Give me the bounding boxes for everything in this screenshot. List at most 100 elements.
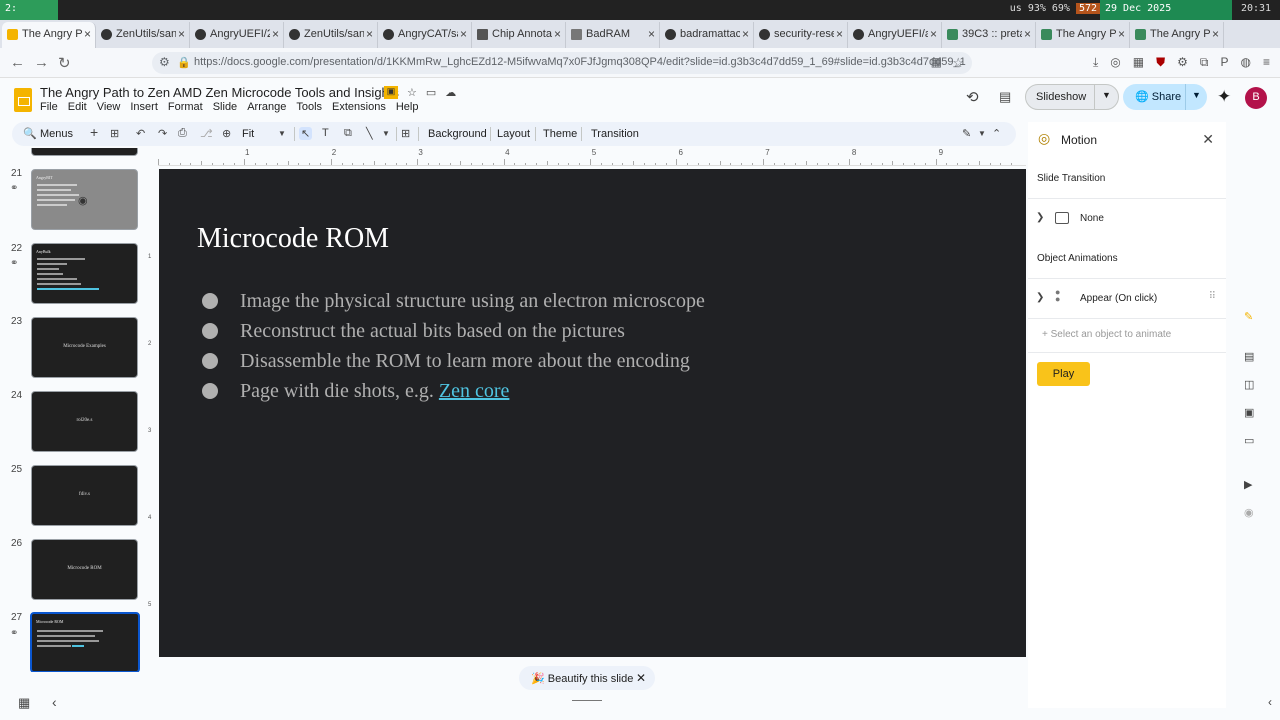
beautify-slide-chip[interactable]: 🎉 Beautify this slide ✕ (519, 666, 655, 690)
chevron-down-icon[interactable]: ▼ (1094, 85, 1118, 109)
zen-core-link[interactable]: Zen core (439, 380, 510, 402)
settings-icon[interactable]: ⚙ (1177, 55, 1188, 70)
slides-badge-icon[interactable]: ▣ (384, 86, 398, 99)
add-comment-icon[interactable]: ⊞ (401, 127, 410, 140)
text-box-icon[interactable]: T (322, 127, 329, 139)
transition-row[interactable]: ❯ None (1028, 198, 1226, 238)
undo-icon[interactable]: ↶ (136, 127, 145, 140)
pocket-icon[interactable]: P (1220, 55, 1228, 70)
gemini-icon[interactable]: ✦ (1217, 87, 1231, 107)
zoom-select[interactable]: Fit (242, 128, 254, 140)
tab-chip-annotat[interactable]: Chip Annotat × (472, 22, 566, 48)
tab-zenutils-2[interactable]: ZenUtils/san × (284, 22, 378, 48)
close-icon[interactable]: ✕ (636, 671, 646, 685)
menu-insert[interactable]: Insert (130, 101, 158, 113)
redo-icon[interactable]: ↷ (158, 127, 167, 140)
close-icon[interactable]: × (836, 27, 843, 41)
print-icon[interactable]: ⎙ (178, 127, 187, 140)
tab-39c3[interactable]: 39C3 :: preta × (942, 22, 1036, 48)
tab-badram[interactable]: BadRAM × (566, 22, 660, 48)
animation-row[interactable]: ❯ ● ● Appear (On click) ⠿ (1028, 278, 1226, 318)
slide-title[interactable]: Microcode ROM (197, 223, 389, 255)
add-on-icon[interactable]: ◉ (1244, 506, 1254, 519)
download-icon[interactable]: ⤓ (1093, 55, 1098, 70)
keep-icon[interactable]: ▤ (1244, 350, 1254, 363)
menu-extensions[interactable]: Extensions (332, 101, 386, 113)
vpn-icon[interactable]: ◍ (1241, 55, 1251, 70)
extensions-icon[interactable]: ▦ (1133, 55, 1144, 70)
account-icon[interactable]: ◎ (1110, 55, 1120, 70)
tab-angry-path-3[interactable]: The Angry Pa × (1130, 22, 1224, 48)
tab-security-rese[interactable]: security-rese × (754, 22, 848, 48)
collapse-side-panel-icon[interactable]: ‹ (1268, 695, 1272, 709)
bookmark-star-icon[interactable]: ☆ (952, 55, 964, 71)
apps-icon[interactable]: ▦ (931, 55, 942, 69)
avatar[interactable]: B (1245, 87, 1267, 109)
speaker-notes-handle[interactable] (572, 700, 602, 701)
slide-thumbnail-active[interactable]: Microcode ROM (30, 612, 140, 672)
search-menus-icon[interactable]: 🔍 (23, 127, 37, 140)
menu-slide[interactable]: Slide (213, 101, 237, 113)
transition-button[interactable]: Transition (591, 128, 639, 140)
url-field[interactable]: ⚙ 🔒 https://docs.google.com/presentation… (152, 52, 972, 74)
menu-file[interactable]: File (40, 101, 58, 113)
line-chevron-icon[interactable]: ▼ (382, 129, 390, 138)
reload-icon[interactable]: ↻ (58, 54, 71, 72)
contacts-icon[interactable]: ▣ (1244, 406, 1254, 419)
chevron-down-icon[interactable]: ▼ (1185, 84, 1207, 110)
close-icon[interactable]: × (1118, 27, 1125, 41)
chevron-right-icon[interactable]: ❯ (1036, 212, 1044, 223)
slide-bullet-list[interactable]: Image the physical structure using an el… (202, 290, 705, 410)
tab-badramattac[interactable]: badramattac × (660, 22, 754, 48)
tab-zenutils[interactable]: ZenUtils/san × (96, 22, 190, 48)
slideshow-button[interactable]: Slideshow ▼ (1025, 84, 1119, 110)
layout-button[interactable]: Layout (497, 128, 530, 140)
add-animation-button[interactable]: + Select an object to animate (1042, 329, 1171, 340)
collapse-filmstrip-icon[interactable]: ‹ (52, 694, 57, 710)
close-icon[interactable]: × (1212, 27, 1219, 41)
menu-tools[interactable]: Tools (296, 101, 322, 113)
close-icon[interactable]: × (84, 27, 91, 41)
tab-angry-path[interactable]: The Angry Pa × (2, 22, 96, 48)
keyboard-layout[interactable]: us (1010, 3, 1022, 14)
theme-button[interactable]: Theme (543, 128, 577, 140)
close-icon[interactable]: × (554, 27, 561, 41)
slide-canvas[interactable]: Microcode ROM Image the physical structu… (159, 169, 1026, 657)
new-slide-icon[interactable]: + (90, 124, 98, 140)
new-slide-layout-icon[interactable]: ⊞ (110, 127, 119, 140)
close-icon[interactable]: × (930, 27, 937, 41)
close-icon[interactable]: × (178, 27, 185, 41)
slides-logo-icon[interactable] (14, 88, 32, 112)
tab-angry-path-2[interactable]: The Angry Pa × (1036, 22, 1130, 48)
select-cursor-icon[interactable]: ↖ (299, 127, 313, 140)
folder-icon[interactable]: ▭ (1244, 434, 1254, 447)
slide-thumbnail[interactable]: AngryBIT ◉ (31, 169, 138, 230)
slide-thumbnail[interactable]: Microcode Examples (31, 317, 138, 378)
site-settings-icon[interactable]: ⚙ (159, 55, 170, 69)
edit-mode-chevron-icon[interactable]: ▼ (978, 129, 986, 138)
calendar-icon[interactable]: ▶ (1244, 478, 1252, 491)
menu-edit[interactable]: Edit (68, 101, 87, 113)
cloud-status-icon[interactable]: ☁ (445, 86, 456, 99)
edit-mode-icon[interactable]: ✎ (962, 127, 971, 140)
slide-thumbnail[interactable]: fdiv.s (31, 465, 138, 526)
close-icon[interactable]: × (742, 27, 749, 41)
tab-angryuefi[interactable]: AngryUEFI/2. × (190, 22, 284, 48)
close-icon[interactable]: × (1024, 27, 1031, 41)
forward-icon[interactable]: → (34, 54, 49, 71)
grid-view-icon[interactable]: ▦ (18, 695, 30, 711)
move-folder-icon[interactable]: ▭ (426, 86, 436, 99)
image-icon[interactable]: ⧉ (344, 127, 352, 140)
puzzle-icon[interactable]: ⧉ (1200, 55, 1209, 70)
tab-angryuefi-2[interactable]: AngryUEFI/a × (848, 22, 942, 48)
paint-format-icon[interactable]: ⎇ (200, 127, 213, 140)
zoom-icon[interactable]: ⊕ (222, 127, 231, 140)
close-icon[interactable]: ✕ (1202, 131, 1214, 148)
tasks-icon[interactable]: ◫ (1244, 378, 1254, 391)
tab-angrycat[interactable]: AngryCAT/sa × (378, 22, 472, 48)
menu-help[interactable]: Help (396, 101, 419, 113)
menu-format[interactable]: Format (168, 101, 203, 113)
back-icon[interactable]: ← (10, 54, 25, 71)
slide-thumbnail[interactable] (31, 148, 138, 156)
share-button[interactable]: 🌐 Share ▼ (1123, 84, 1207, 110)
